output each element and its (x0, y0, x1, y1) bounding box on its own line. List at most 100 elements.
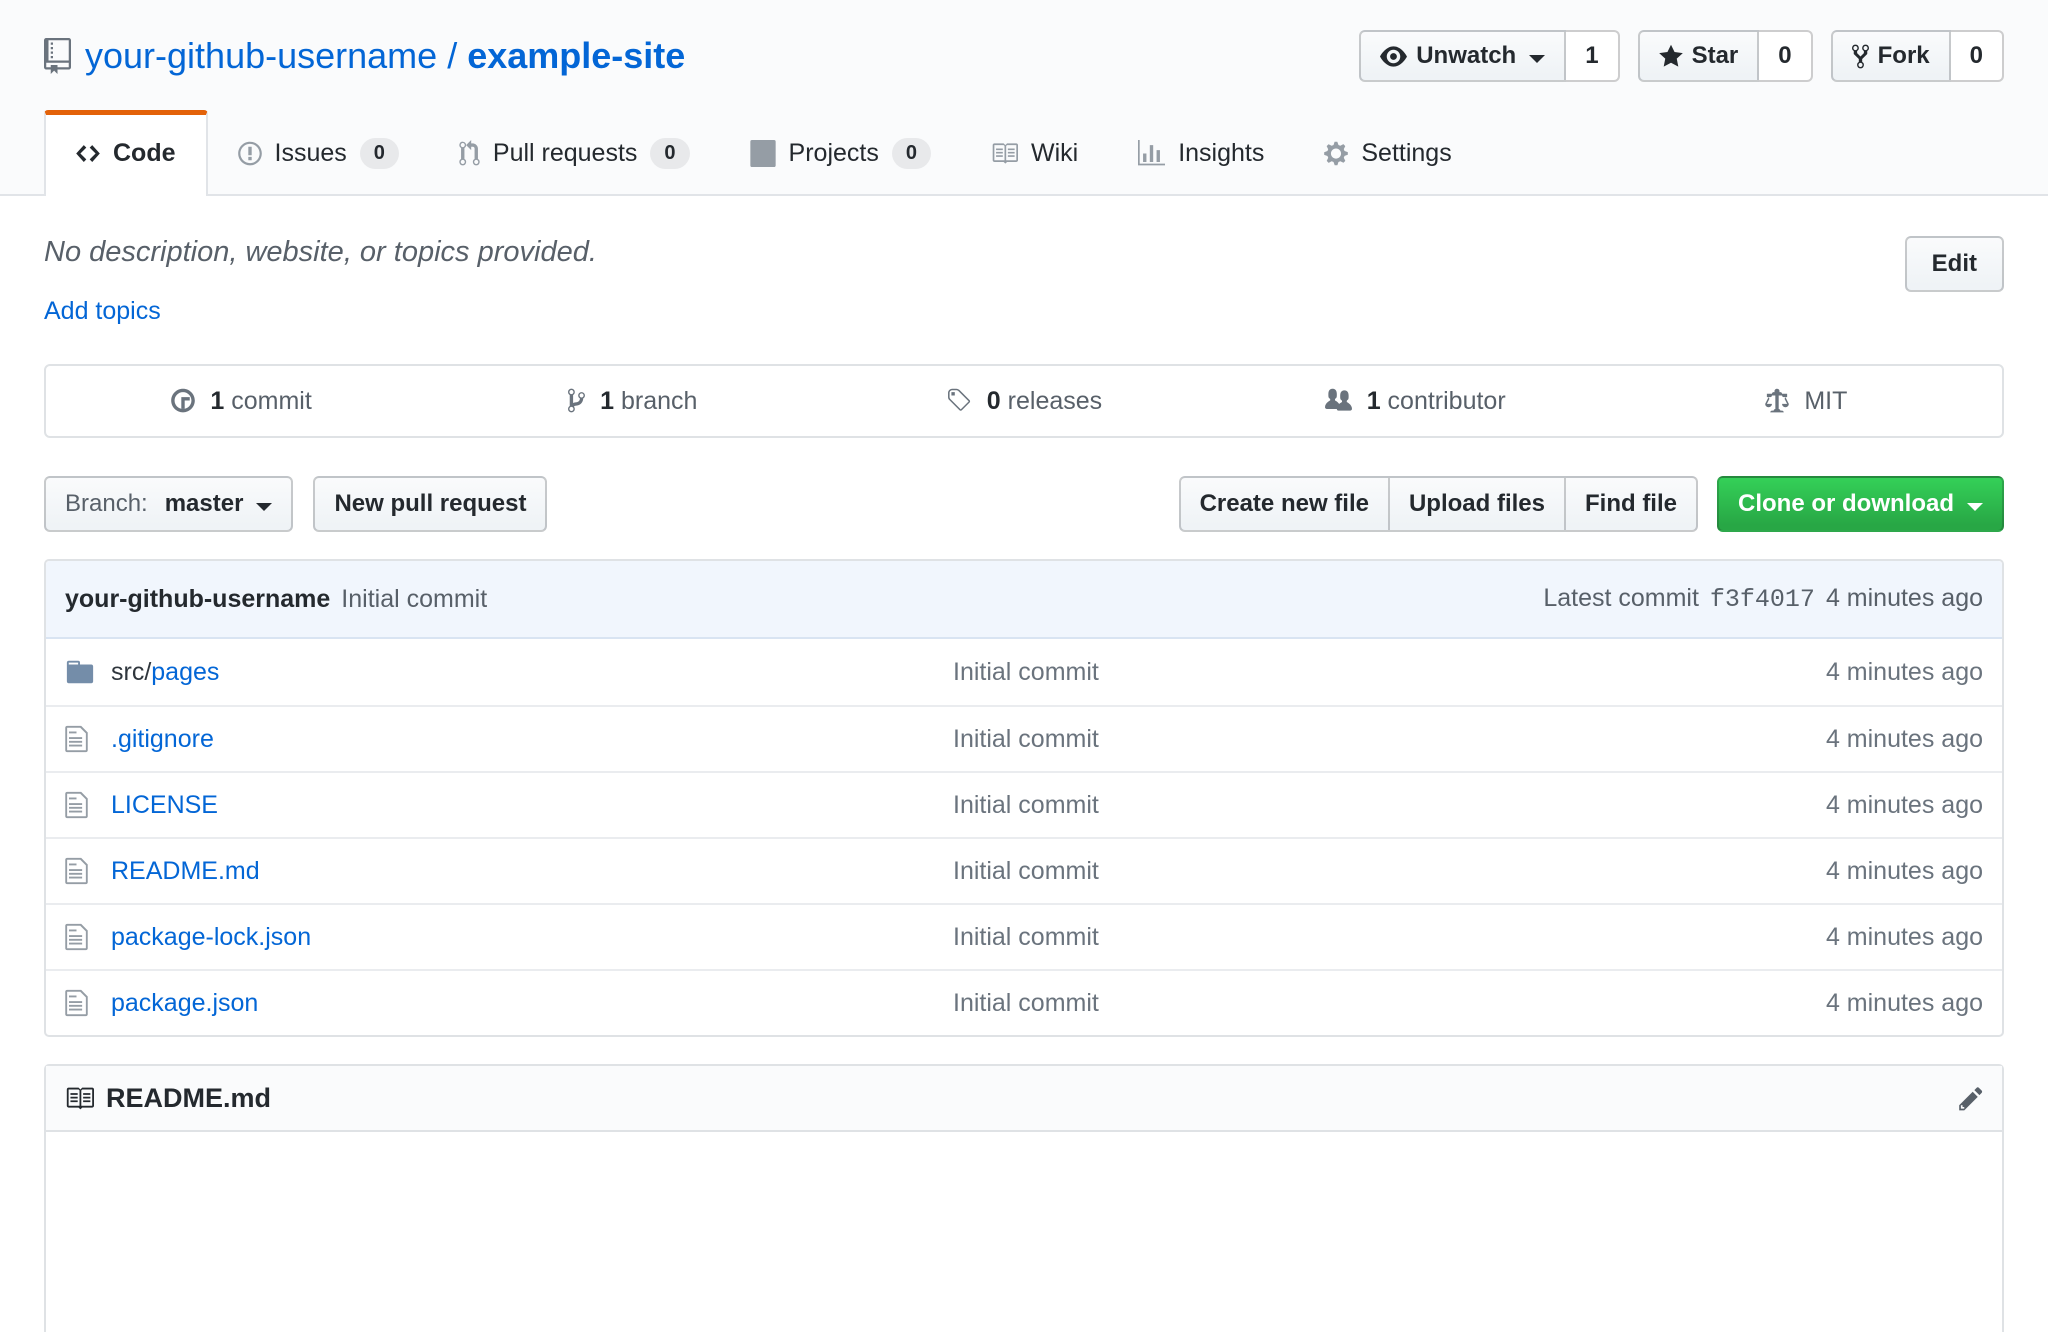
add-topics-link[interactable]: Add topics (44, 297, 161, 326)
eye-icon (1380, 43, 1407, 70)
tab-code[interactable]: Code (44, 110, 208, 196)
tag-icon (946, 387, 987, 415)
chevron-down-icon (1967, 503, 1983, 511)
file-commit-message-link[interactable]: Initial commit (953, 658, 1693, 687)
stat-value: 1 (210, 387, 224, 415)
code-icon (76, 140, 100, 167)
file-icon (65, 988, 111, 1018)
star-button[interactable]: Star (1638, 30, 1760, 82)
fork-count[interactable]: 0 (1951, 30, 2004, 82)
file-link[interactable]: package-lock.json (111, 923, 311, 951)
file-icon (65, 790, 111, 820)
watch-count[interactable]: 1 (1566, 30, 1619, 82)
commit-author-link[interactable]: your-github-username (65, 585, 330, 614)
file-link[interactable]: README.md (111, 857, 260, 885)
tab-settings[interactable]: Settings (1294, 110, 1481, 194)
stat-label: contributor (1388, 387, 1506, 415)
file-link[interactable]: LICENSE (111, 791, 218, 819)
folder-icon (65, 657, 111, 687)
insights-graph-icon (1138, 140, 1165, 167)
readme-section: README.md (44, 1064, 2004, 1332)
unwatch-button[interactable]: Unwatch (1359, 30, 1566, 82)
repo-header: your-github-username / example-site Unwa… (0, 0, 2048, 196)
commit-message-link[interactable]: Initial commit (341, 585, 487, 614)
tab-projects[interactable]: Projects 0 (720, 110, 961, 194)
issues-counter: 0 (360, 138, 399, 169)
file-link[interactable]: package.json (111, 989, 258, 1017)
tab-insights[interactable]: Insights (1108, 110, 1294, 194)
file-row: README.md Initial commit 4 minutes ago (46, 837, 2002, 903)
description-row: No description, website, or topics provi… (44, 236, 2004, 326)
clone-or-download-button[interactable]: Clone or download (1717, 476, 2004, 532)
repo-name-link[interactable]: example-site (467, 35, 685, 77)
new-pull-request-button[interactable]: New pull request (313, 476, 547, 532)
pencil-icon[interactable] (1959, 1085, 1983, 1112)
star-group: Star 0 (1638, 30, 1813, 82)
pull-request-icon (459, 140, 480, 167)
tab-label: Pull requests (493, 139, 638, 168)
stat-contributors[interactable]: 1 contributor (1220, 387, 1611, 416)
file-age: 4 minutes ago (1693, 989, 1983, 1018)
file-name-cell: .gitignore (111, 725, 953, 754)
file-name-cell: package-lock.json (111, 923, 953, 952)
file-commit-message-link[interactable]: Initial commit (953, 989, 1693, 1018)
commit-time: 4 minutes ago (1826, 584, 1983, 613)
file-name-cell: README.md (111, 857, 953, 886)
file-link[interactable]: .gitignore (111, 725, 214, 753)
file-commit-message-link[interactable]: Initial commit (953, 725, 1693, 754)
stat-value: 0 (987, 387, 1001, 415)
file-age: 4 minutes ago (1693, 725, 1983, 754)
stat-branches[interactable]: 1 branch (437, 387, 828, 416)
fork-button[interactable]: Fork (1831, 30, 1951, 82)
stat-releases[interactable]: 0 releases (828, 387, 1219, 416)
file-icon (65, 922, 111, 952)
path-separator: / (447, 35, 457, 77)
tab-wiki[interactable]: Wiki (961, 110, 1108, 194)
file-commit-message-link[interactable]: Initial commit (953, 923, 1693, 952)
file-row: .gitignore Initial commit 4 minutes ago (46, 705, 2002, 771)
stat-label: MIT (1804, 387, 1847, 415)
repo-nav: Code Issues 0 Pull requests 0 (44, 110, 2004, 194)
file-commit-message-link[interactable]: Initial commit (953, 857, 1693, 886)
file-toolbar: Branch: master New pull request Create n… (44, 476, 2004, 532)
projects-counter: 0 (892, 138, 931, 169)
file-table: your-github-username Initial commit Late… (44, 559, 2004, 1037)
repo-owner-link[interactable]: your-github-username (85, 35, 437, 77)
commit-hash-link[interactable]: f3f4017 (1710, 585, 1815, 614)
tab-pull-requests[interactable]: Pull requests 0 (429, 110, 720, 194)
upload-files-button[interactable]: Upload files (1390, 476, 1566, 532)
clone-label: Clone or download (1738, 490, 1954, 518)
tab-issues[interactable]: Issues 0 (208, 110, 429, 194)
repo-main: No description, website, or topics provi… (0, 236, 2048, 1332)
file-link[interactable]: pages (151, 658, 219, 686)
file-path-prefix: src/ (111, 658, 151, 686)
page-title: your-github-username / example-site (85, 35, 685, 77)
star-icon (1659, 43, 1683, 70)
repo-title-row: your-github-username / example-site Unwa… (44, 30, 2004, 82)
tab-label: Projects (789, 139, 879, 168)
file-actions-group: Create new file Upload files Find file (1179, 476, 1698, 532)
file-commit-message-link[interactable]: Initial commit (953, 791, 1693, 820)
readme-title: README.md (106, 1083, 271, 1114)
tab-label: Settings (1361, 139, 1451, 168)
star-count[interactable]: 0 (1759, 30, 1812, 82)
history-icon (171, 387, 210, 415)
branch-selector[interactable]: Branch: master (44, 476, 293, 532)
stat-license[interactable]: MIT (1611, 387, 2002, 416)
file-age: 4 minutes ago (1693, 857, 1983, 886)
file-age: 4 minutes ago (1693, 791, 1983, 820)
stat-label: commit (231, 387, 312, 415)
branch-label: Branch: (65, 490, 148, 518)
stat-commits[interactable]: 1 commit (46, 387, 437, 416)
find-file-button[interactable]: Find file (1566, 476, 1698, 532)
file-row: package.json Initial commit 4 minutes ag… (46, 969, 2002, 1035)
latest-commit-bar: your-github-username Initial commit Late… (46, 561, 2002, 639)
stat-value: 1 (1367, 387, 1381, 415)
create-new-file-button[interactable]: Create new file (1179, 476, 1390, 532)
book-icon (65, 1084, 94, 1113)
watch-group: Unwatch 1 (1359, 30, 1619, 82)
stat-label: branch (621, 387, 697, 415)
file-icon (65, 724, 111, 754)
fork-group: Fork 0 (1831, 30, 2004, 82)
edit-button[interactable]: Edit (1905, 236, 2004, 292)
